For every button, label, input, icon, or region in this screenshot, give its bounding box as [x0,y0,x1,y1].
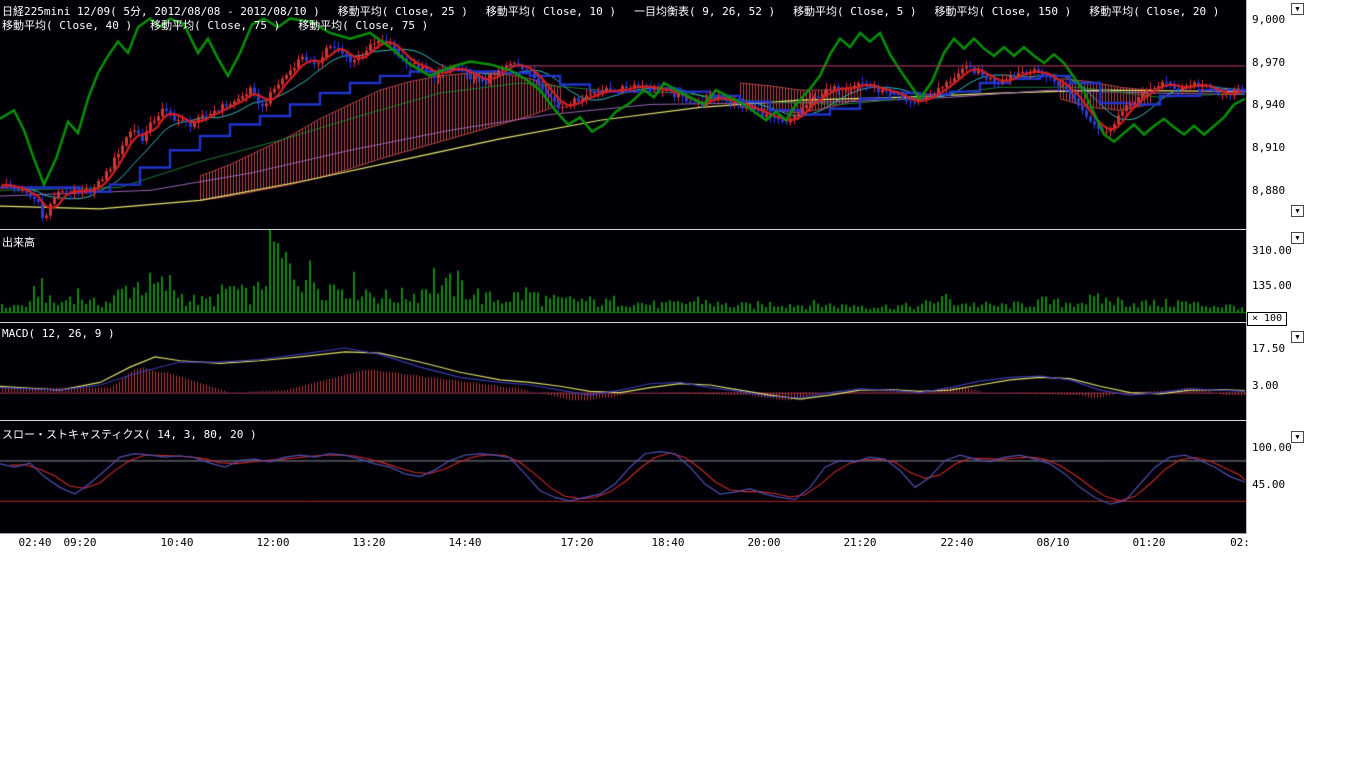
time-axis-label: 18:40 [651,536,684,549]
volume-pane-canvas[interactable] [0,230,1246,322]
time-axis-label: 20:00 [747,536,780,549]
y-axis-tick-label: 17.50 [1252,342,1285,355]
legend-item: 移動平均( Close, 40 ) [2,17,132,33]
time-axis-label: 01:20 [1132,536,1165,549]
down-arrow-icon: ▼ [1295,207,1299,215]
pane-divider [0,322,1246,323]
time-axis-label: 08/10 [1036,536,1069,549]
y-axis-tick-label: 8,910 [1252,141,1285,154]
price-pane-top-scroll-button[interactable]: ▼ [1291,3,1304,15]
y-axis-labels: 9,000 8,970 8,940 8,910 8,880 310.00 135.00 17.… [1250,0,1362,560]
indicator-legend-row-2: 移動平均( Close, 40 ) 移動平均( Close, 75 ) 移動平均( … [2,17,428,33]
volume-unit-badge: × 100 [1247,312,1287,326]
volume-pane-title: 出来高 [2,234,35,250]
y-axis-tick-label: 100.00 [1252,441,1292,454]
pane-divider [0,420,1246,421]
chart-panes-container: 日経225mini 12/09( 5分, 2012/08/08 - 2012/0… [0,0,1247,534]
time-axis-label: 13:20 [352,536,385,549]
down-arrow-icon: ▼ [1295,5,1299,13]
price-pane-bottom-scroll-button[interactable]: ▼ [1291,205,1304,217]
y-axis-tick-label: 3.00 [1252,379,1279,392]
y-axis-tick-label: 8,970 [1252,56,1285,69]
y-axis-tick-label: 310.00 [1252,244,1292,257]
time-axis-label: 02: [1230,536,1250,549]
legend-item: 移動平均( Close, 150 ) [935,3,1072,19]
y-axis-tick-label: 45.00 [1252,478,1285,491]
legend-item: 一目均衡表( 9, 26, 52 ) [634,3,775,19]
legend-item: 移動平均( Close, 75 ) [298,17,428,33]
y-axis-tick-label: 9,000 [1252,13,1285,26]
time-axis-label: 22:40 [940,536,973,549]
stoch-pane-scroll-button[interactable]: ▼ [1291,431,1304,443]
legend-item: 移動平均( Close, 75 ) [150,17,280,33]
time-axis-label: 12:00 [256,536,289,549]
y-axis-tick-label: 8,880 [1252,184,1285,197]
y-axis-tick-label: 8,940 [1252,98,1285,111]
time-axis-label: 02:40 [18,536,51,549]
time-axis: 02:40 09:20 10:40 12:00 13:20 14:40 17:20 18:40… [0,536,1250,552]
y-axis-tick-label: 135.00 [1252,279,1292,292]
pane-divider [0,229,1246,230]
legend-item: 移動平均( Close, 20 ) [1089,3,1219,19]
stoch-pane-title: スロー・ストキャスティクス( 14, 3, 80, 20 ) [2,426,257,442]
down-arrow-icon: ▼ [1295,333,1299,341]
price-pane-canvas[interactable] [0,0,1246,229]
volume-pane-scroll-button[interactable]: ▼ [1291,232,1304,244]
macd-pane-canvas[interactable] [0,323,1246,420]
down-arrow-icon: ▼ [1295,433,1299,441]
macd-pane-scroll-button[interactable]: ▼ [1291,331,1304,343]
legend-item: 移動平均( Close, 10 ) [486,3,616,19]
macd-pane-title: MACD( 12, 26, 9 ) [2,327,115,340]
time-axis-label: 10:40 [160,536,193,549]
time-axis-label: 09:20 [63,536,96,549]
down-arrow-icon: ▼ [1295,234,1299,242]
time-axis-label: 14:40 [448,536,481,549]
legend-item: 移動平均( Close, 5 ) [793,3,916,19]
chart-application-window: 日経225mini 12/09( 5分, 2012/08/08 - 2012/0… [0,0,1366,768]
time-axis-label: 17:20 [560,536,593,549]
time-axis-label: 21:20 [843,536,876,549]
